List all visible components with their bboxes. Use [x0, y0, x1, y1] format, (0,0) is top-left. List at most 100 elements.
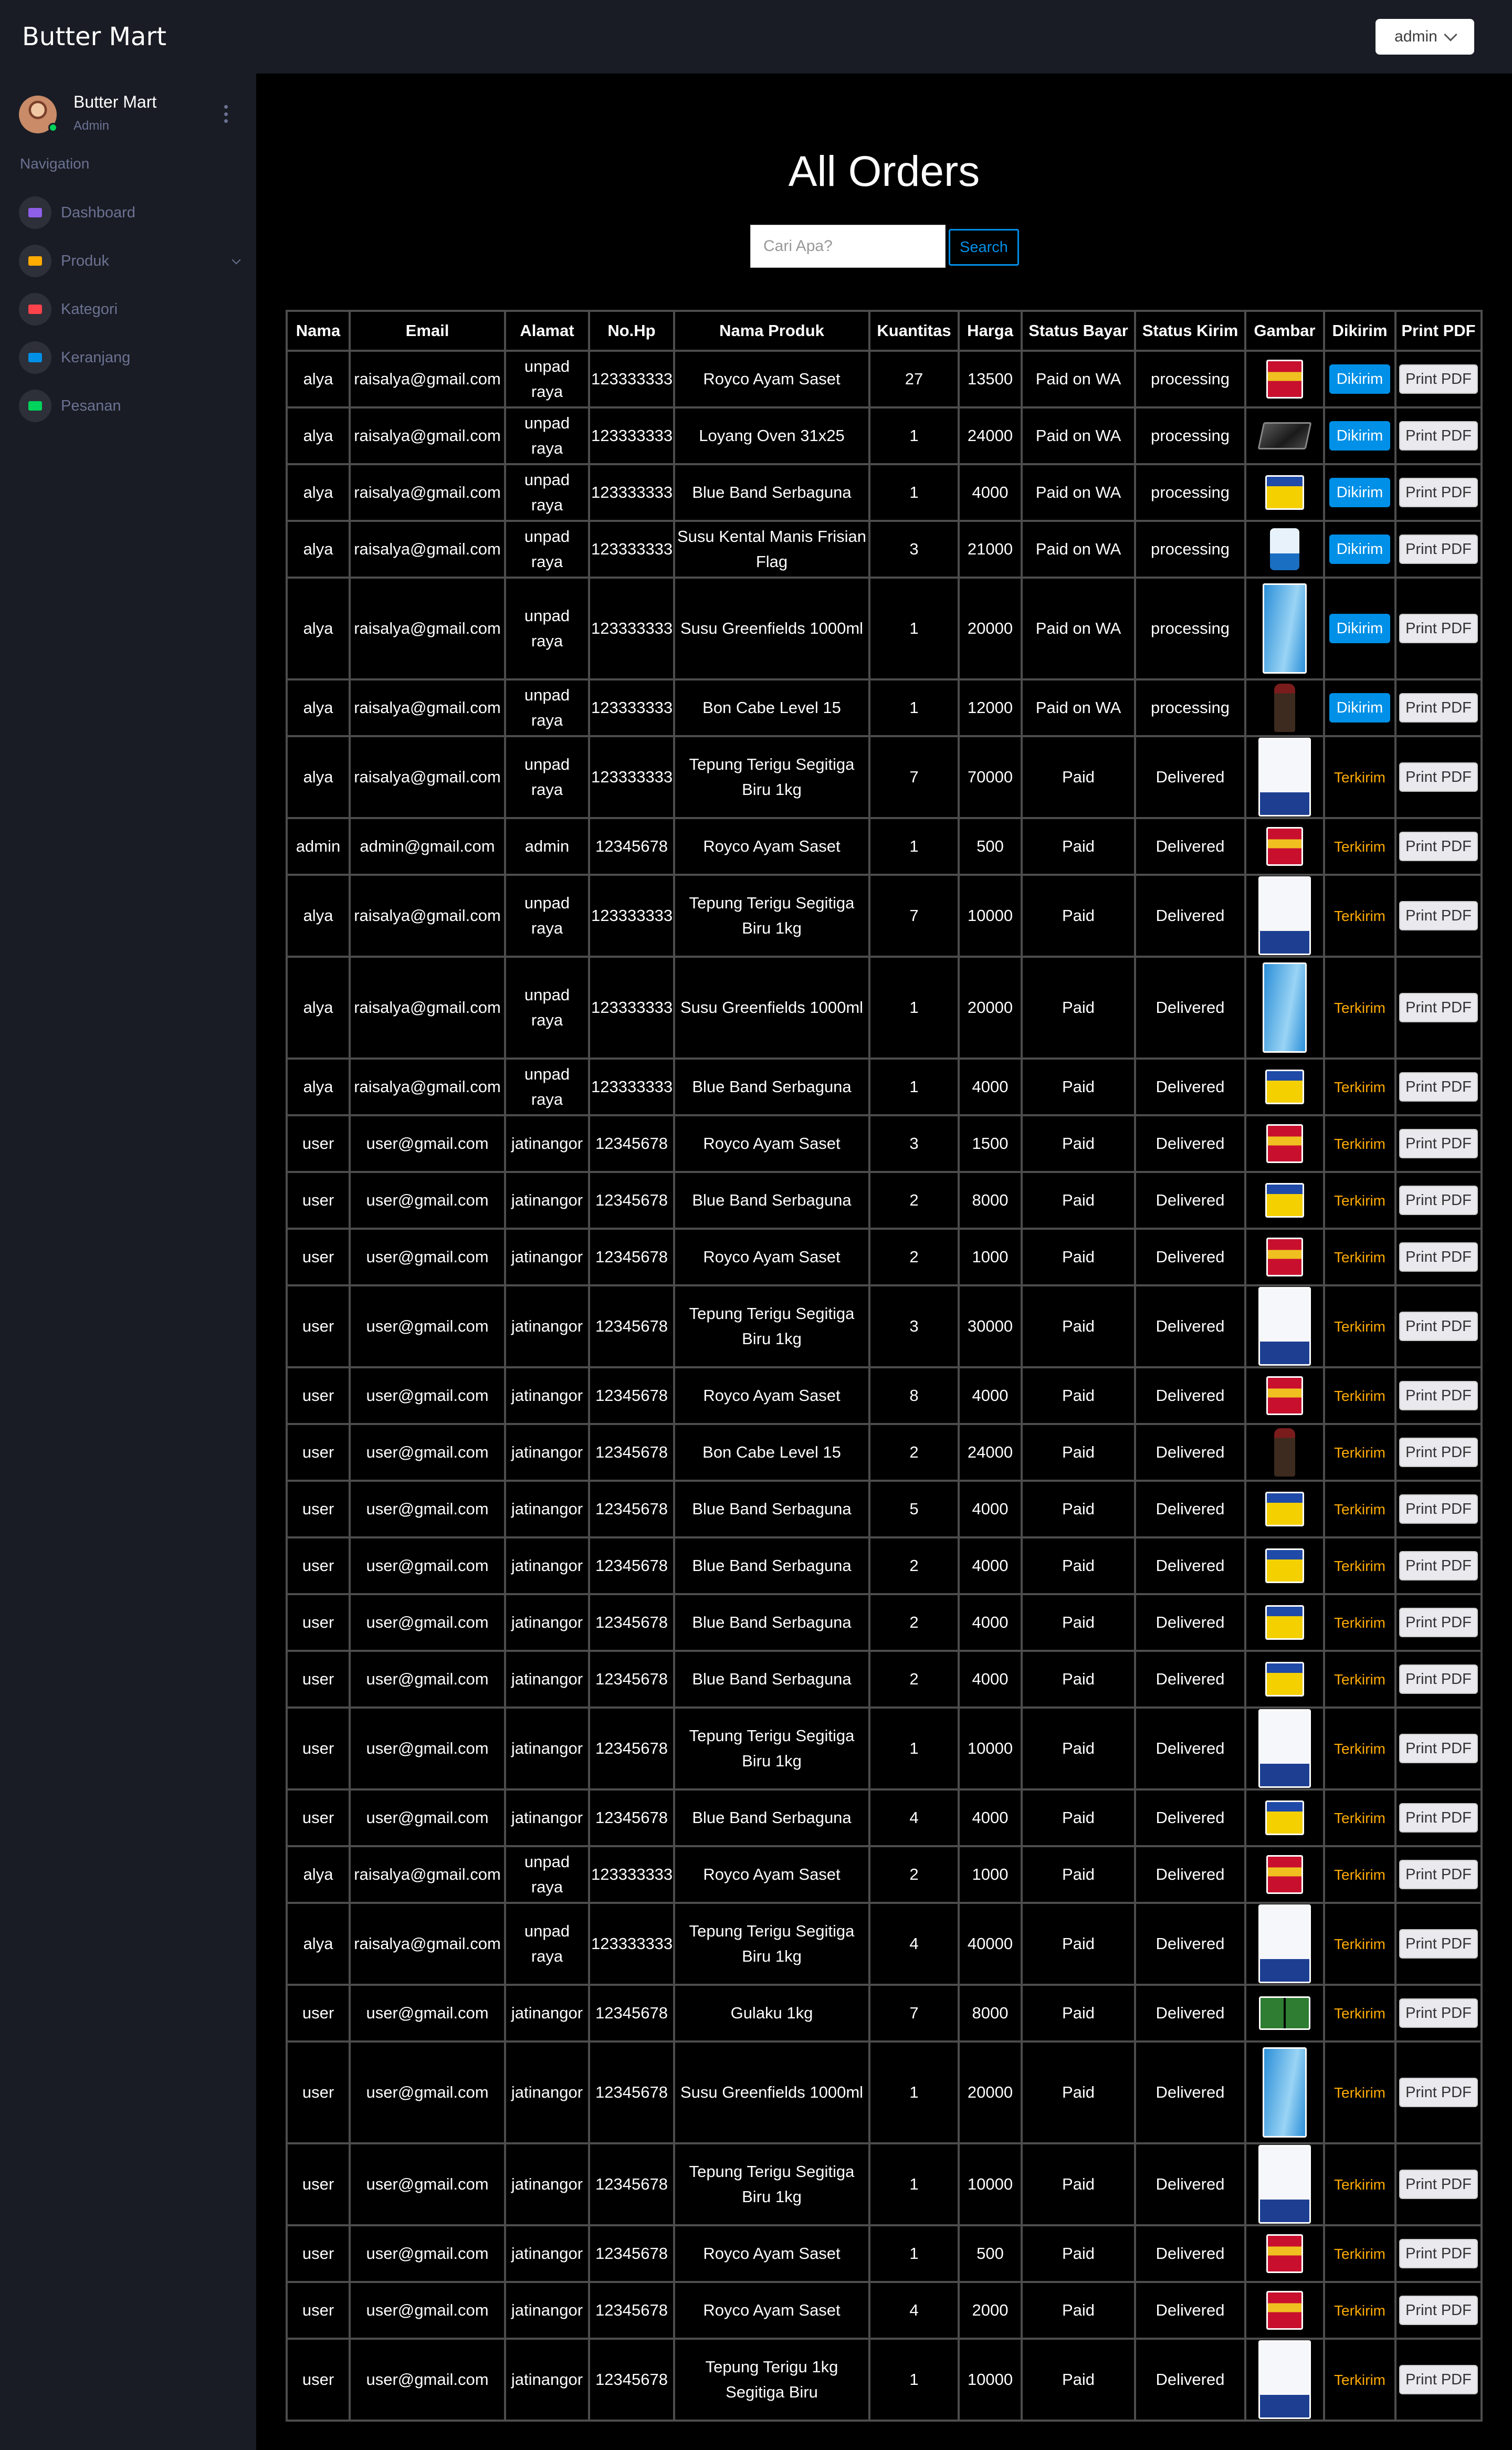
- sidebar-item-pesanan[interactable]: Pesanan: [19, 389, 245, 423]
- cell-phone: 12345678: [588, 1228, 675, 1286]
- playlist-icon: [19, 293, 51, 326]
- print-pdf-button[interactable]: Print PDF: [1399, 762, 1478, 792]
- profile-role: Admin: [74, 119, 110, 133]
- print-pdf-button[interactable]: Print PDF: [1399, 478, 1478, 507]
- dikirim-button[interactable]: Dikirim: [1329, 535, 1391, 564]
- sidebar-item-label: Keranjang: [61, 349, 131, 366]
- print-pdf-button[interactable]: Print PDF: [1399, 1551, 1478, 1580]
- cell-print: Print PDF: [1394, 874, 1483, 958]
- brand-title[interactable]: Butter Mart: [22, 22, 166, 51]
- cell-alamat: unpad raya: [504, 1058, 590, 1116]
- table-row: user user@gmail.com jatinangor 12345678 Blue…: [286, 1536, 1483, 1595]
- cell-nama: alya: [286, 1902, 351, 1986]
- cell-alamat: jatinangor: [504, 1536, 590, 1595]
- column-header: Alamat: [504, 310, 590, 352]
- print-pdf-button[interactable]: Print PDF: [1399, 901, 1478, 930]
- print-pdf-button[interactable]: Print PDF: [1399, 1494, 1478, 1524]
- dikirim-button[interactable]: Dikirim: [1329, 421, 1391, 451]
- print-pdf-button[interactable]: Print PDF: [1399, 832, 1478, 861]
- cell-payment-status: Paid: [1021, 1984, 1136, 2043]
- print-pdf-button[interactable]: Print PDF: [1399, 2365, 1478, 2394]
- cell-email: raisalya@gmail.com: [349, 406, 506, 465]
- product-image-blueband: [1265, 1800, 1304, 1835]
- print-pdf-button[interactable]: Print PDF: [1399, 1242, 1478, 1272]
- print-pdf-button[interactable]: Print PDF: [1399, 2296, 1478, 2325]
- more-vertical-icon[interactable]: [224, 105, 228, 123]
- search-button[interactable]: Search: [949, 229, 1019, 266]
- cell-payment-status: Paid: [1021, 2142, 1136, 2226]
- cell-nama: alya: [286, 678, 351, 737]
- cell-payment-status: Paid: [1021, 1284, 1136, 1368]
- cell-quantity: 1: [868, 2142, 960, 2226]
- print-pdf-button[interactable]: Print PDF: [1399, 364, 1478, 394]
- cell-phone: 123333333: [588, 956, 675, 1060]
- sidebar-item-keranjang[interactable]: Keranjang: [19, 341, 245, 374]
- admin-dropdown[interactable]: admin: [1376, 19, 1474, 55]
- cell-print: Print PDF: [1394, 1228, 1483, 1286]
- online-status-dot: [48, 123, 58, 132]
- search-input[interactable]: [750, 225, 946, 268]
- print-pdf-button[interactable]: Print PDF: [1399, 2170, 1478, 2199]
- print-pdf-button[interactable]: Print PDF: [1399, 1929, 1478, 1959]
- cell-quantity: 4: [868, 1788, 960, 1847]
- cell-image: [1244, 1650, 1325, 1709]
- cell-phone: 12345678: [588, 2224, 675, 2283]
- print-pdf-button[interactable]: Print PDF: [1399, 2078, 1478, 2107]
- cell-image: [1244, 2224, 1325, 2283]
- cell-product-name: Tepung Terigu Segitiga Biru 1kg: [673, 2142, 870, 2226]
- cell-quantity: 1: [868, 1706, 960, 1791]
- cell-nama: user: [286, 2338, 351, 2422]
- sidebar-item-dashboard[interactable]: Dashboard: [19, 196, 245, 229]
- print-pdf-button[interactable]: Print PDF: [1399, 1381, 1478, 1410]
- cell-payment-status: Paid: [1021, 1366, 1136, 1425]
- print-pdf-button[interactable]: Print PDF: [1399, 1734, 1478, 1763]
- dikirim-button[interactable]: Dikirim: [1329, 693, 1391, 723]
- cell-email: user@gmail.com: [349, 2281, 506, 2340]
- cell-payment-status: Paid on WA: [1021, 463, 1136, 522]
- print-pdf-button[interactable]: Print PDF: [1399, 1438, 1478, 1467]
- cell-email: raisalya@gmail.com: [349, 577, 506, 680]
- print-pdf-button[interactable]: Print PDF: [1399, 1664, 1478, 1694]
- print-pdf-button[interactable]: Print PDF: [1399, 421, 1478, 451]
- cell-nama: alya: [286, 463, 351, 522]
- sidebar-item-kategori[interactable]: Kategori: [19, 292, 245, 326]
- cell-email: user@gmail.com: [349, 2224, 506, 2283]
- print-pdf-button[interactable]: Print PDF: [1399, 535, 1478, 564]
- dikirim-button[interactable]: Dikirim: [1329, 614, 1391, 643]
- cell-shipping-status: Delivered: [1134, 2281, 1246, 2340]
- cell-print: Print PDF: [1394, 1593, 1483, 1652]
- print-pdf-button[interactable]: Print PDF: [1399, 1860, 1478, 1889]
- print-pdf-button[interactable]: Print PDF: [1399, 1312, 1478, 1341]
- cell-quantity: 2: [868, 1171, 960, 1230]
- cell-dikirim: Dikirim: [1323, 678, 1396, 737]
- cell-quantity: 2: [868, 1228, 960, 1286]
- print-pdf-button[interactable]: Print PDF: [1399, 614, 1478, 643]
- print-pdf-button[interactable]: Print PDF: [1399, 1186, 1478, 1215]
- cell-shipping-status: Delivered: [1134, 1058, 1246, 1116]
- cell-dikirim: Terkirim: [1323, 1480, 1396, 1538]
- cell-payment-status: Paid: [1021, 2338, 1136, 2422]
- print-pdf-button[interactable]: Print PDF: [1399, 1803, 1478, 1833]
- cell-shipping-status: Delivered: [1134, 2142, 1246, 2226]
- print-pdf-button[interactable]: Print PDF: [1399, 993, 1478, 1022]
- print-pdf-button[interactable]: Print PDF: [1399, 1129, 1478, 1158]
- print-pdf-button[interactable]: Print PDF: [1399, 693, 1478, 723]
- print-pdf-button[interactable]: Print PDF: [1399, 1608, 1478, 1637]
- cell-price: 4000: [958, 1366, 1023, 1425]
- cell-price: 4000: [958, 1058, 1023, 1116]
- sidebar-item-produk[interactable]: Produk: [19, 244, 245, 278]
- page-title: All Orders: [788, 148, 980, 195]
- product-image-tepung: [1258, 2145, 1311, 2223]
- cell-shipping-status: Delivered: [1134, 2338, 1246, 2422]
- cell-alamat: unpad raya: [504, 874, 590, 958]
- table-row: user user@gmail.com jatinangor 12345678 Blue…: [286, 1480, 1483, 1538]
- print-pdf-button[interactable]: Print PDF: [1399, 1072, 1478, 1102]
- product-image-tepung: [1258, 738, 1311, 816]
- cell-quantity: 1: [868, 463, 960, 522]
- dikirim-button[interactable]: Dikirim: [1329, 364, 1391, 394]
- cell-email: raisalya@gmail.com: [349, 956, 506, 1060]
- cell-payment-status: Paid on WA: [1021, 678, 1136, 737]
- print-pdf-button[interactable]: Print PDF: [1399, 2239, 1478, 2268]
- dikirim-button[interactable]: Dikirim: [1329, 478, 1391, 507]
- print-pdf-button[interactable]: Print PDF: [1399, 1998, 1478, 2028]
